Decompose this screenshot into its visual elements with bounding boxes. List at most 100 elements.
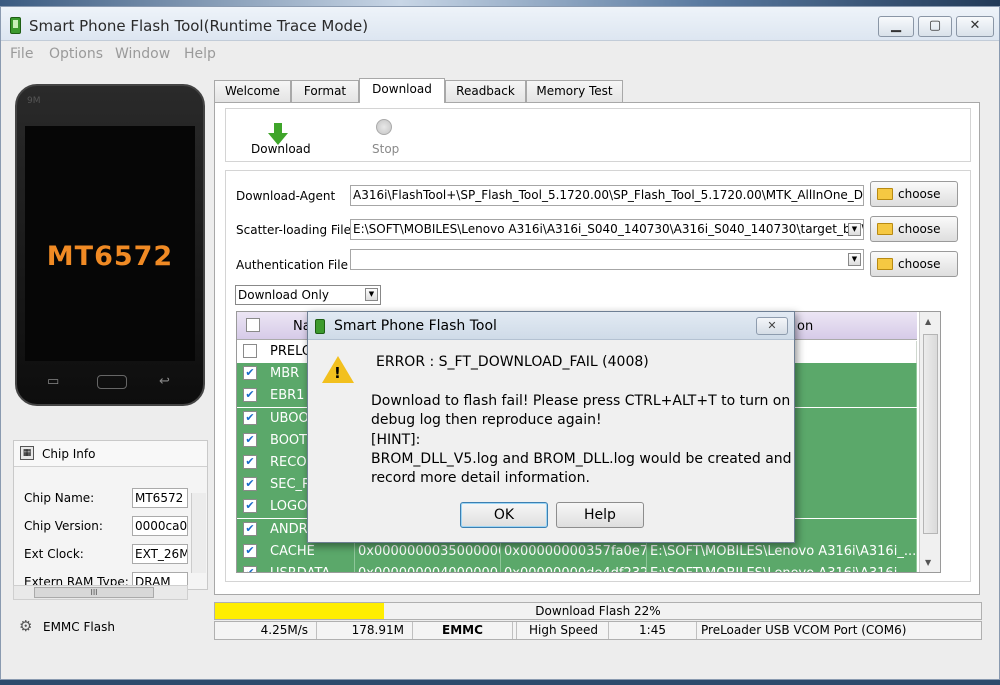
chip-icon: ▦ (20, 446, 34, 460)
table-scroll-thumb[interactable] (923, 334, 938, 534)
chip-info-panel: ▦ Chip Info Chip Name: MT6572 Chip Versi… (13, 440, 208, 590)
stop-button[interactable]: Stop (356, 111, 416, 161)
download-mode-value: Download Only (238, 288, 329, 302)
choose-scatter-button[interactable]: choose (870, 216, 958, 242)
chip-info-title: Chip Info (42, 447, 96, 461)
table-scrollbar[interactable]: ▲ ▼ (919, 312, 940, 572)
choose-label: choose (898, 222, 941, 236)
dialog-app-icon (315, 319, 325, 334)
error-line: BROM_DLL_V5.log and BROM_DLL.log would b… (371, 450, 792, 467)
row-checkbox[interactable]: ✔ (243, 455, 257, 469)
error-message: Download to flash fail! Please press CTR… (371, 392, 792, 488)
status-time: 1:45 (609, 622, 697, 639)
chip-name-label: Chip Name: (24, 491, 95, 505)
download-agent-field[interactable]: A316i\FlashTool+\SP_Flash_Tool_5.1720.00… (350, 185, 864, 206)
chip-version-label: Chip Version: (24, 519, 103, 533)
menu-bar: File Options Window Help (1, 43, 999, 65)
cell-end: 0x00000000357fa0e7 (501, 540, 647, 563)
dialog-close-button[interactable]: ✕ (756, 317, 788, 335)
menu-file[interactable]: File (10, 46, 33, 62)
choose-download-agent-button[interactable]: choose (870, 181, 958, 207)
close-button[interactable]: ✕ (956, 16, 994, 37)
title-bar[interactable]: Smart Phone Flash Tool(Runtime Trace Mod… (1, 7, 999, 41)
help-button[interactable]: Help (556, 502, 644, 528)
home-key-icon (97, 375, 127, 389)
table-row[interactable]: ✔ CACHE 0x0000000035000000 0x00000000357fa0… (237, 540, 917, 563)
auth-file-field[interactable] (350, 249, 864, 270)
cell-end: 0x00000000de4df2327 (501, 563, 647, 572)
progress-bar: Download Flash 22% (214, 602, 982, 620)
tab-welcome[interactable]: Welcome (214, 80, 291, 102)
row-checkbox[interactable] (243, 344, 257, 358)
cell-name: USRDATA (267, 563, 355, 572)
cell-location: E:\SOFT\MOBILES\Lenovo A316i\A316i_... (647, 540, 917, 563)
chip-name-value: MT6572 (132, 488, 188, 508)
cell-begin: 0x0000000035000000 (355, 540, 501, 563)
auth-dropdown-arrow[interactable]: ▼ (848, 253, 861, 266)
menu-options[interactable]: Options (49, 46, 103, 62)
chip-info-hscroll[interactable]: III (13, 585, 188, 600)
menu-key-icon: ▭ (47, 374, 60, 389)
ok-button[interactable]: OK (460, 502, 548, 528)
cell-begin: 0x000000004000000 (355, 563, 501, 572)
hscroll-thumb[interactable]: III (34, 587, 154, 598)
progress-text: Download Flash 22% (535, 604, 661, 618)
tab-download[interactable]: Download (359, 78, 445, 103)
menu-help[interactable]: Help (184, 46, 216, 62)
scatter-dropdown-arrow[interactable]: ▼ (848, 223, 861, 236)
choose-auth-button[interactable]: choose (870, 251, 958, 277)
phone-image: 9M MT6572 ▭ ↩ (15, 84, 205, 406)
row-checkbox[interactable]: ✔ (243, 477, 257, 492)
download-mode-select[interactable]: Download Only ▼ (235, 285, 381, 305)
chevron-down-icon: ▼ (365, 288, 378, 301)
scatter-file-field[interactable]: E:\SOFT\MOBILES\Lenovo A316i\A316i_S040_… (350, 219, 864, 240)
status-storage: EMMC (413, 622, 513, 639)
cell-location: E:\SOFT\MOBILES\Lenovo A316i\A316i_... (647, 563, 917, 572)
row-checkbox[interactable]: ✔ (243, 432, 257, 447)
select-all-checkbox[interactable] (246, 318, 260, 332)
row-checkbox[interactable]: ✔ (243, 388, 257, 403)
window-title: Smart Phone Flash Tool(Runtime Trace Mod… (29, 17, 369, 35)
tab-readback[interactable]: Readback (445, 80, 526, 102)
row-checkbox[interactable]: ✔ (243, 410, 257, 425)
scatter-file-label: Scatter-loading File (236, 223, 351, 237)
row-checkbox[interactable]: ✔ (243, 366, 257, 381)
table-row[interactable]: ✔ USRDATA0x0000000040000000x00000000de4df… (237, 563, 917, 572)
error-line: record more detail information. (371, 470, 590, 487)
scroll-up-icon[interactable]: ▲ (925, 317, 931, 326)
menu-window[interactable]: Window (115, 46, 170, 62)
download-label: Download (251, 142, 311, 156)
phone-chip-label: MT6572 (46, 241, 174, 272)
status-size: 178.91M (317, 622, 413, 639)
gear-icon: ⚙ (19, 617, 33, 635)
row-checkbox[interactable]: ✔ (243, 499, 257, 514)
ext-clock-label: Ext Clock: (24, 547, 84, 561)
chip-version-value: 0000ca00 (132, 516, 188, 536)
error-dialog: Smart Phone Flash Tool ✕ ! ERROR : S_FT_… (307, 311, 795, 543)
scroll-down-icon[interactable]: ▼ (925, 558, 931, 567)
header-location: on (797, 319, 814, 334)
error-line: debug log then reproduce again! (371, 412, 602, 429)
minimize-button[interactable]: ▁ (878, 16, 914, 37)
emmc-flash-label: EMMC Flash (43, 620, 115, 634)
emmc-flash-row: ⚙ EMMC Flash (15, 617, 205, 639)
row-checkbox[interactable]: ✔ (243, 521, 257, 536)
tab-memory-test[interactable]: Memory Test (526, 80, 623, 102)
folder-icon (877, 258, 893, 270)
row-checkbox[interactable]: ✔ (243, 543, 257, 558)
error-code: ERROR : S_FT_DOWNLOAD_FAIL (4008) (376, 354, 649, 370)
chip-info-scrollbar[interactable] (191, 493, 206, 573)
folder-icon (877, 223, 893, 235)
status-bar: 4.25M/s 178.91M EMMC High Speed 1:45 Pre… (214, 621, 982, 640)
dialog-title-bar[interactable]: Smart Phone Flash Tool ✕ (308, 312, 794, 340)
app-icon (10, 17, 21, 34)
download-button[interactable]: Download (236, 111, 316, 161)
tab-format[interactable]: Format (291, 80, 359, 102)
row-checkbox[interactable]: ✔ (243, 566, 257, 572)
phone-top-label: 9M (27, 96, 41, 106)
stop-icon (376, 119, 392, 135)
choose-label: choose (898, 257, 941, 271)
maximize-button[interactable]: ▢ (918, 16, 952, 37)
folder-icon (877, 188, 893, 200)
download-agent-label: Download-Agent (236, 189, 336, 203)
